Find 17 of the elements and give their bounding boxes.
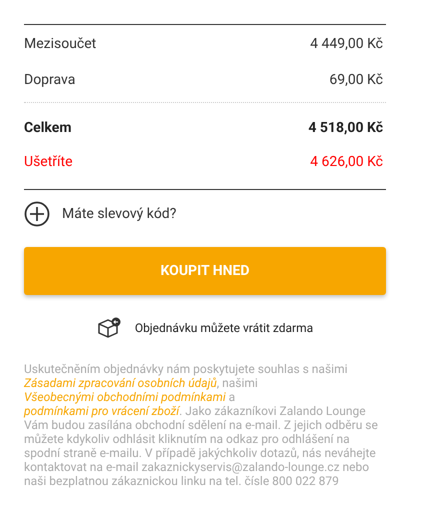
buy-now-button[interactable]: KOUPIT HNED	[24, 247, 386, 295]
consent-paragraph: Uskutečněním objednávky nám poskytujete souhlas s našimi Zásadami zpracování osobních údajů, našimi Všeobecnými obchodními podmínkami a podmínkami pro vrácení zboží. Jako zákazníkovi Zalando Lounge Vám budou zasílána obchodní sdělení na e-mail. Z jejich odběru se můžete kdykoliv odhlásit kliknutím na odkaz pro odhlášení na spodní straně e-mailu. V případě jakýchkoliv dotazů, nás neváhejte kontaktovat na e-mail zakaznickyservis@zalando-lounge.cz nebo naši bezplatnou zákaznickou linku na tel. čísle 800 022 879	[24, 362, 379, 488]
plus-circle-icon[interactable]	[24, 201, 50, 227]
terms-link[interactable]: Všeobecnými obchodními podmínkami	[24, 390, 226, 404]
terms-link[interactable]: podmínkami pro vrácení zboží	[24, 404, 180, 418]
summary-value: 69,00 Kč	[329, 70, 384, 90]
summary-value: 4 518,00 Kč	[308, 119, 384, 138]
summary-value: 4 626,00 Kč	[310, 152, 384, 172]
discount-code-link[interactable]: Máte slevový kód?	[62, 204, 176, 224]
summary-label: Doprava	[24, 70, 76, 90]
summary-label: Ušetříte	[24, 152, 73, 172]
terms-link[interactable]: Zásadami zpracování osobních údajů	[24, 376, 217, 390]
summary-label: Mezisoučet	[24, 34, 96, 54]
summary-value: 4 449,00 Kč	[310, 34, 384, 54]
box-return-icon	[96, 317, 121, 339]
free-return-text: Objednávku můžete vrátit zdarma	[134, 320, 314, 337]
summary-label: Celkem	[24, 119, 72, 138]
